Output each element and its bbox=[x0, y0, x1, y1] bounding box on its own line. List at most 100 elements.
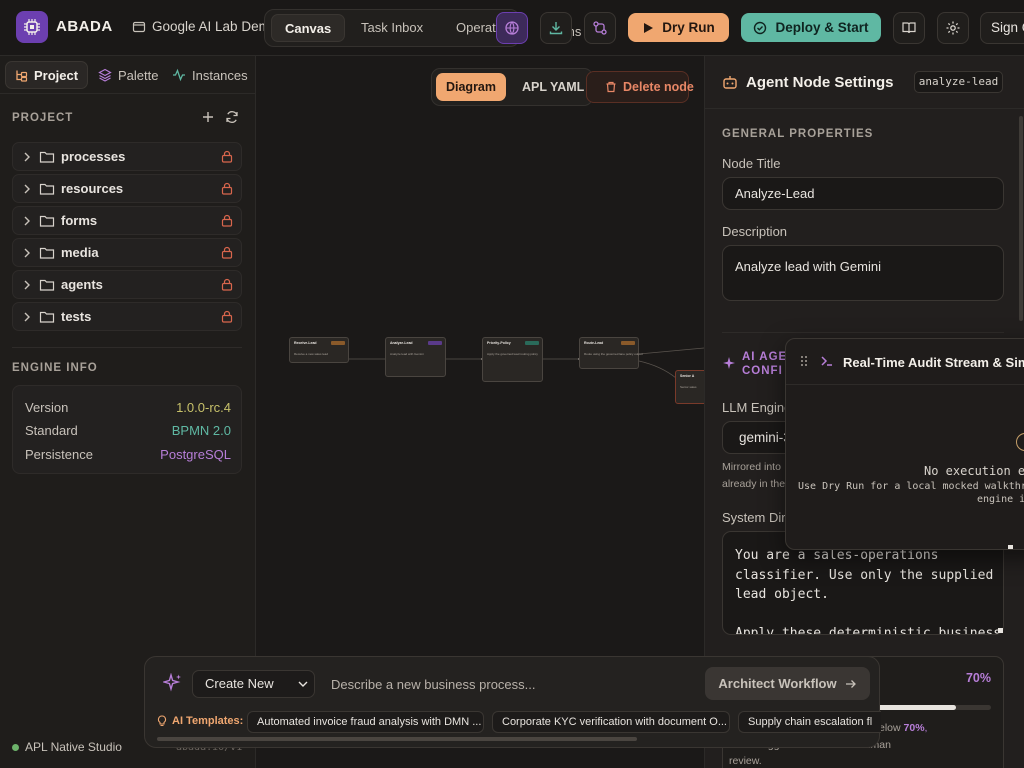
folder-item-processes[interactable]: processes bbox=[12, 142, 242, 171]
threshold-value: 70% bbox=[965, 671, 991, 685]
ai-templates-label: AI Templates: bbox=[157, 715, 243, 727]
engine-info-label: ENGINE INFO bbox=[12, 362, 98, 374]
git-compare-icon bbox=[592, 20, 608, 36]
sign-in-button[interactable]: Sign C bbox=[980, 12, 1024, 44]
tab-apl-yaml[interactable]: APL YAML bbox=[522, 73, 584, 101]
threshold-note-line-3: review. bbox=[729, 755, 762, 767]
tab-palette[interactable]: Palette bbox=[98, 61, 158, 89]
settings-button[interactable] bbox=[937, 12, 969, 44]
globe-icon bbox=[504, 20, 520, 36]
folder-icon bbox=[132, 20, 146, 34]
sparkle-icon bbox=[722, 356, 736, 370]
mode-select[interactable]: Create New bbox=[192, 670, 315, 698]
tab-project[interactable]: Project bbox=[5, 61, 89, 89]
llm-note-line-2: already in the bbox=[722, 478, 786, 490]
tab-instances[interactable]: Instances bbox=[172, 61, 248, 89]
node-desc: Analyze lead with Gemini bbox=[390, 352, 424, 356]
architect-label: Architect Workflow bbox=[718, 676, 837, 691]
directive-line: classifier. Use only the supplied bbox=[735, 567, 994, 583]
lock-icon bbox=[221, 310, 233, 323]
flow-node-senior[interactable]: Senior A Senior sales bbox=[675, 370, 704, 404]
layers-icon bbox=[98, 68, 112, 82]
dry-run-button[interactable]: Dry Run bbox=[628, 13, 729, 42]
template-chip[interactable]: Automated invoice fraud analysis with DM… bbox=[247, 711, 484, 733]
node-title: Senior A bbox=[680, 374, 695, 378]
tab-diagram[interactable]: Diagram bbox=[436, 73, 506, 101]
studio-label: APL Native Studio bbox=[25, 740, 122, 754]
flow-node-route-lead[interactable]: Route-Lead Route using the governed lane… bbox=[579, 337, 643, 369]
description-textarea[interactable]: Analyze lead with Gemini bbox=[722, 245, 1004, 301]
status-dot-icon bbox=[12, 743, 19, 751]
folder-item-forms[interactable]: forms bbox=[12, 206, 242, 235]
lock-icon bbox=[221, 246, 233, 259]
process-prompt-input[interactable]: Describe a new business process... bbox=[331, 677, 535, 692]
brand-name: ABADA bbox=[56, 18, 113, 35]
templates-scrollbar[interactable] bbox=[157, 737, 637, 741]
chevron-right-icon bbox=[23, 152, 31, 162]
sparkles-icon bbox=[163, 673, 183, 693]
node-title-input[interactable]: Analyze-Lead bbox=[722, 177, 1004, 210]
node-title: Priority-Policy bbox=[487, 341, 511, 345]
folder-item-media[interactable]: media bbox=[12, 238, 242, 267]
directive-line bbox=[735, 605, 1003, 625]
panel-scrollbar[interactable] bbox=[1019, 116, 1023, 321]
panel-divider bbox=[722, 332, 1004, 333]
add-icon[interactable] bbox=[202, 111, 214, 123]
check-circle-icon bbox=[753, 21, 767, 35]
threshold-note-value: 70% bbox=[903, 722, 925, 734]
gear-icon bbox=[945, 20, 961, 36]
folder-item-tests[interactable]: tests bbox=[12, 302, 242, 331]
folder-icon bbox=[39, 150, 55, 164]
audit-resize-handle[interactable] bbox=[1008, 545, 1013, 549]
audit-stream-window[interactable]: Real-Time Audit Stream & Sim No executio… bbox=[785, 338, 1024, 550]
globe-button[interactable] bbox=[496, 12, 528, 44]
lock-icon bbox=[221, 214, 233, 227]
node-badge bbox=[621, 341, 635, 345]
flow-node-receive-lead[interactable]: Receive-Lead Receive a new sales lead bbox=[289, 337, 349, 363]
deploy-label: Deploy & Start bbox=[775, 20, 869, 35]
tab-task-inbox[interactable]: Task Inbox bbox=[361, 14, 423, 42]
tab-instances-label: Instances bbox=[192, 67, 248, 83]
lock-icon bbox=[221, 278, 233, 291]
drag-handle-icon[interactable] bbox=[800, 355, 808, 367]
threshold-fill bbox=[873, 705, 956, 710]
folder-item-resources[interactable]: resources bbox=[12, 174, 242, 203]
template-chip[interactable]: Supply chain escalation fl bbox=[738, 711, 881, 733]
project-link[interactable]: Google AI Lab Demo bbox=[132, 19, 264, 34]
chevron-right-icon bbox=[23, 248, 31, 258]
node-title: Receive-Lead bbox=[294, 341, 317, 345]
tab-canvas[interactable]: Canvas bbox=[271, 14, 346, 42]
folder-label: resources bbox=[61, 181, 124, 196]
folder-item-agents[interactable]: agents bbox=[12, 270, 242, 299]
node-desc: Senior sales bbox=[680, 385, 697, 389]
terminal-icon bbox=[820, 354, 834, 368]
node-title: Analyze-Lead bbox=[390, 341, 413, 345]
engine-value: 1.0.0-rc.4 bbox=[176, 400, 231, 415]
node-badge bbox=[331, 341, 345, 345]
resize-handle[interactable] bbox=[998, 628, 1003, 633]
main-tabs: Canvas Task Inbox Operations bbox=[264, 9, 520, 47]
deploy-start-button[interactable]: Deploy & Start bbox=[741, 13, 881, 42]
engine-row-persistence: Persistence PostgreSQL bbox=[25, 447, 231, 462]
refresh-icon[interactable] bbox=[225, 110, 239, 124]
threshold-slider[interactable] bbox=[873, 705, 991, 710]
engine-row-standard: Standard BPMN 2.0 bbox=[25, 423, 231, 438]
template-chip[interactable]: Corporate KYC verification with document… bbox=[492, 711, 730, 733]
audit-header: Real-Time Audit Stream & Sim bbox=[786, 339, 1024, 385]
audit-hint-line-1: Use Dry Run for a local mocked walkthr bbox=[798, 481, 1024, 492]
architect-workflow-button[interactable]: Architect Workflow bbox=[705, 667, 870, 700]
flow-node-priority-policy[interactable]: Priority-Policy Apply the governed lead … bbox=[482, 337, 543, 382]
node-title-label: Node Title bbox=[722, 156, 781, 171]
engine-value: BPMN 2.0 bbox=[171, 423, 231, 438]
folder-label: tests bbox=[61, 309, 92, 324]
delete-node-button[interactable]: Delete node bbox=[586, 71, 694, 103]
download-button[interactable] bbox=[540, 12, 572, 44]
flow-node-analyze-lead[interactable]: Analyze-Lead Analyze lead with Gemini bbox=[385, 337, 446, 377]
clock-icon bbox=[1016, 433, 1024, 451]
folder-label: forms bbox=[61, 213, 98, 228]
docs-button[interactable] bbox=[893, 12, 925, 44]
git-button[interactable] bbox=[584, 12, 616, 44]
node-id-tag: analyze-lead bbox=[914, 71, 1003, 93]
project-section-label: PROJECT bbox=[12, 112, 74, 124]
folder-label: agents bbox=[61, 277, 103, 292]
